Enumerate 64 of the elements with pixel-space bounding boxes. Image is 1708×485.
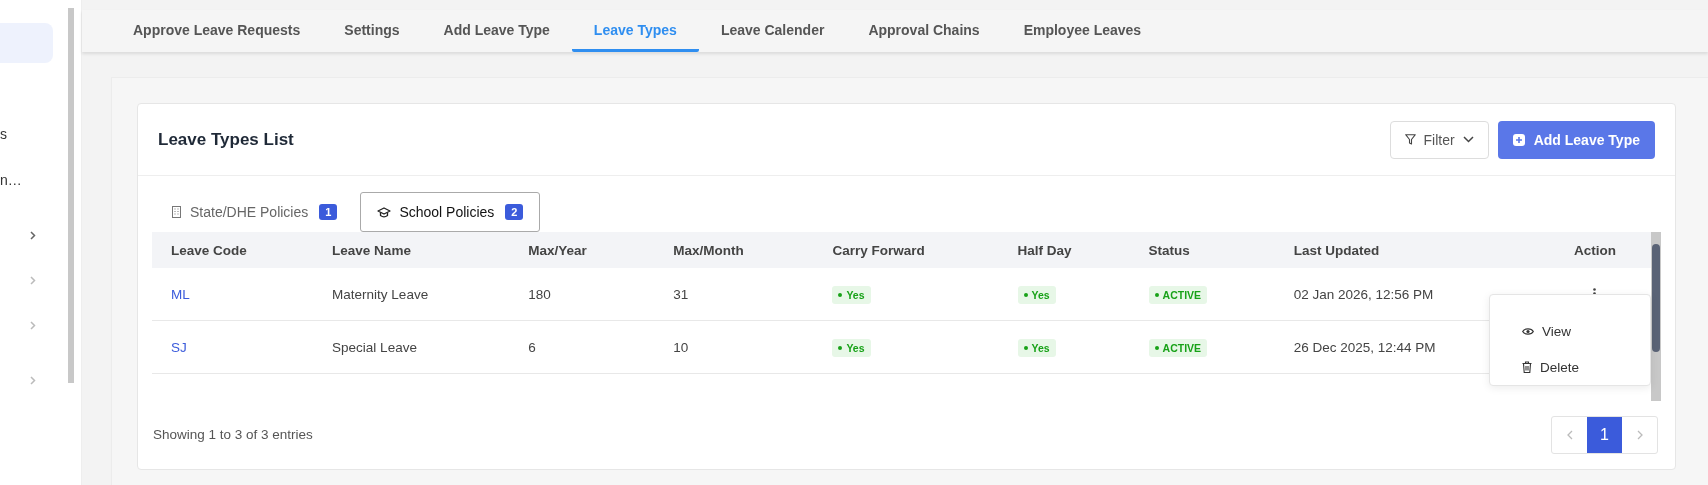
column-header: Max/Year: [509, 232, 655, 268]
sidebar-item[interactable]: n…: [0, 157, 68, 203]
scrollbar[interactable]: [1651, 232, 1661, 401]
tab[interactable]: Approval Chains: [846, 10, 1002, 52]
plus-square-icon: [1512, 133, 1525, 146]
table-cell: 180: [528, 286, 551, 302]
dot-icon: [1023, 345, 1028, 350]
column-header: Leave Name: [313, 232, 510, 268]
tab[interactable]: Approve Leave Requests: [111, 10, 323, 52]
dot-icon: [1023, 292, 1028, 297]
tab[interactable]: Settings: [322, 10, 422, 52]
tab[interactable]: Add Leave Type: [421, 10, 572, 52]
trash-icon: [1522, 361, 1532, 373]
chevron-down-icon: [1462, 136, 1474, 143]
table-cell: Maternity Leave: [332, 286, 429, 302]
dot-icon: [1154, 292, 1159, 297]
entries-summary: Showing 1 to 3 of 3 entries: [153, 427, 314, 442]
status-badge: ACTIVE: [1148, 285, 1208, 304]
chevron-right-icon: [30, 321, 36, 330]
filter-icon: [1404, 134, 1416, 145]
menu-item[interactable]: Delete: [1490, 349, 1597, 385]
leave-code-link[interactable]: SJ: [171, 339, 187, 355]
policy-tab[interactable]: School Policies 2: [360, 192, 541, 232]
column-header: Half Day: [998, 232, 1130, 268]
eye-icon: [1522, 326, 1534, 336]
tab[interactable]: Employee Leaves: [1001, 10, 1164, 52]
status-badge: Yes: [1017, 285, 1056, 304]
column-header: Action: [1538, 232, 1651, 268]
status-badge: Yes: [832, 338, 871, 357]
page-button[interactable]: 1: [1587, 416, 1622, 453]
table-cell: 26 Dec 2025, 12:44 PM: [1293, 339, 1436, 355]
table-cell: 02 Jan 2026, 12:56 PM: [1293, 286, 1434, 302]
dot-icon: [838, 292, 843, 297]
chevron-right-icon: [30, 376, 36, 385]
graduation-cap-icon: [377, 206, 392, 218]
table-cell: 10: [673, 339, 689, 355]
card-title: Leave Types List: [158, 129, 295, 150]
filter-button[interactable]: Filter: [1389, 120, 1489, 159]
count-badge: 2: [505, 204, 524, 220]
status-badge: Yes: [832, 285, 871, 304]
chevron-right-icon: [1636, 429, 1643, 440]
column-header: Max/Month: [654, 232, 814, 268]
chevron-left-icon: [1566, 429, 1573, 440]
tab[interactable]: Leave Calender: [698, 10, 847, 52]
column-header: Status: [1129, 232, 1275, 268]
status-badge: Yes: [1017, 338, 1056, 357]
sidebar-item[interactable]: s: [0, 111, 68, 157]
chevron-right-icon: [30, 276, 36, 285]
policy-tab[interactable]: State/DHE Policies 1: [154, 192, 355, 232]
table-cell: Special Leave: [332, 339, 417, 355]
count-badge: 1: [319, 204, 338, 220]
add-leave-type-button[interactable]: Add Leave Type: [1497, 120, 1655, 159]
status-badge: ACTIVE: [1148, 338, 1208, 357]
dot-icon: [1154, 345, 1159, 350]
leave-code-link[interactable]: ML: [171, 286, 190, 302]
menu-item[interactable]: View: [1490, 313, 1589, 349]
column-header: Leave Code: [152, 232, 314, 268]
table-cell: 6: [528, 339, 536, 355]
building-icon: [171, 206, 182, 218]
dot-icon: [838, 345, 843, 350]
column-header: Carry Forward: [813, 232, 999, 268]
chevron-right-icon: [30, 231, 36, 240]
column-header: Last Updated: [1274, 232, 1539, 268]
table-cell: 31: [673, 286, 689, 302]
